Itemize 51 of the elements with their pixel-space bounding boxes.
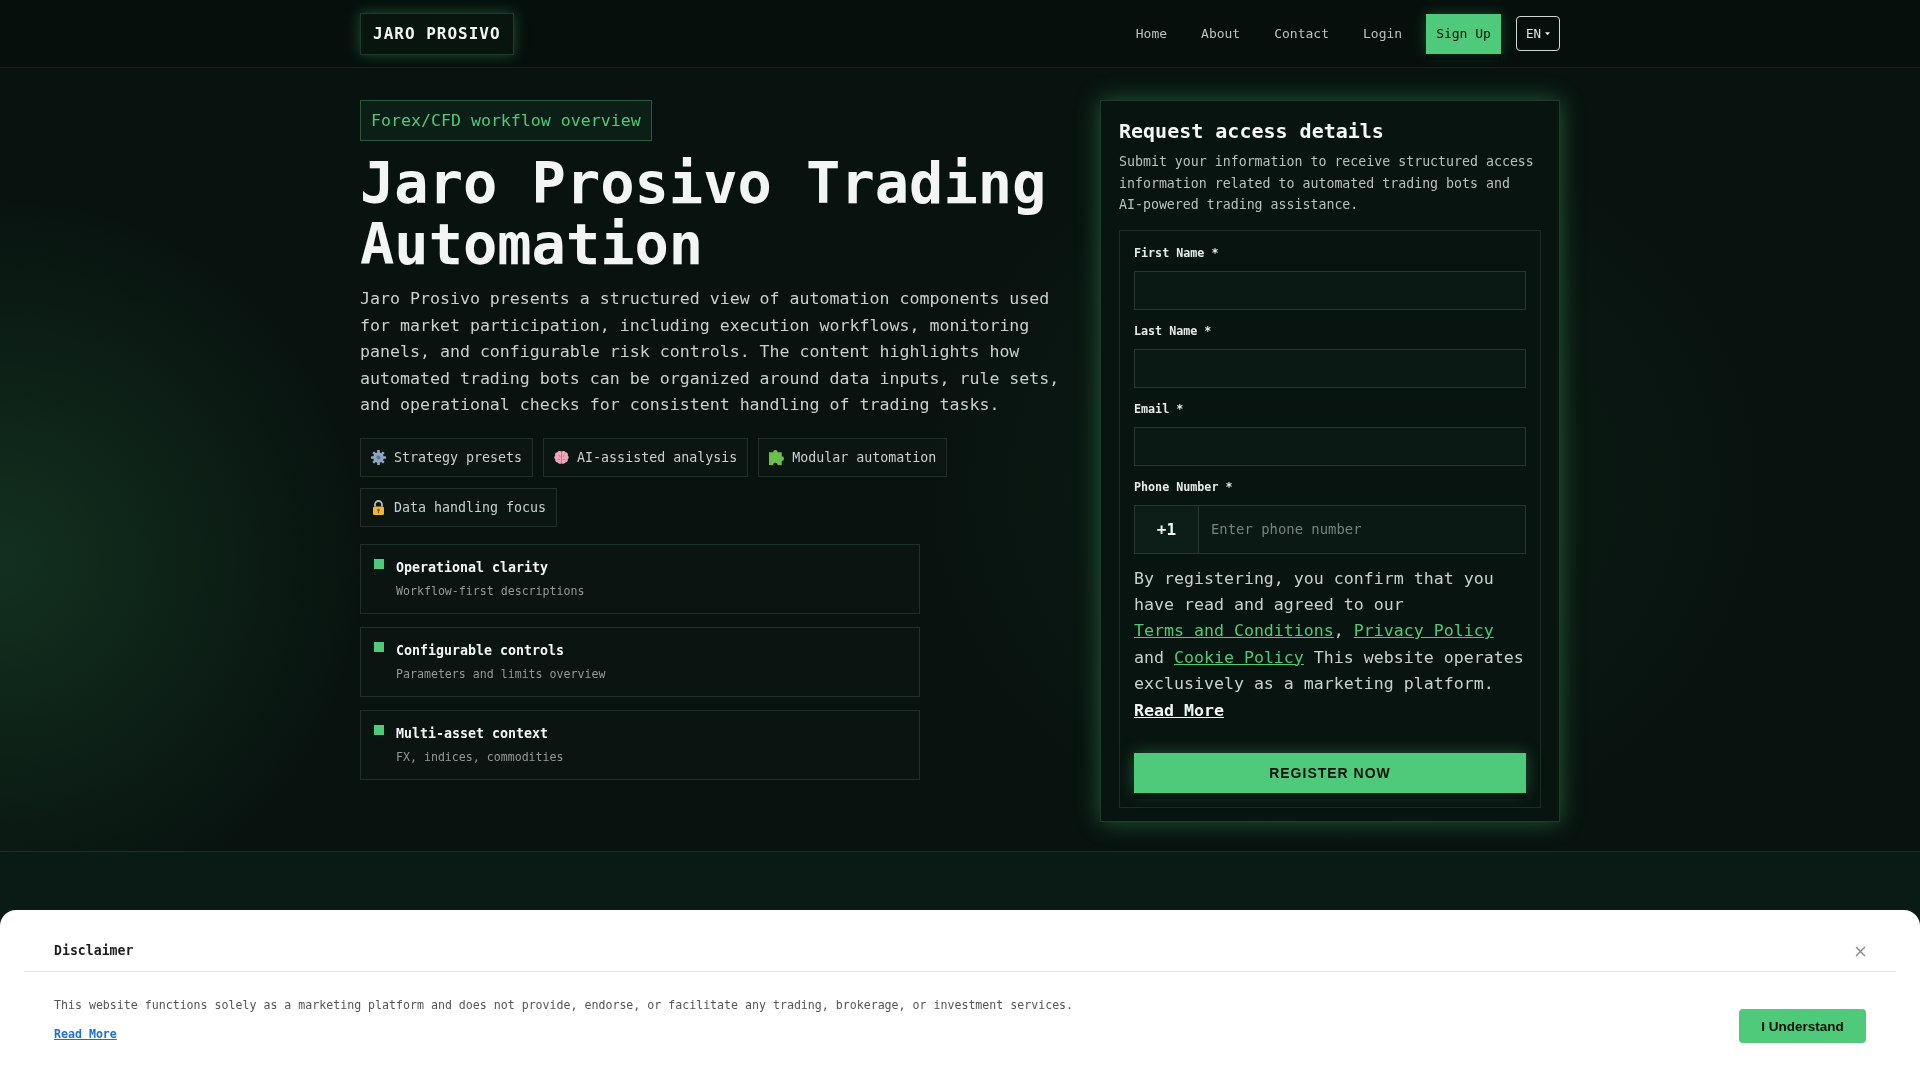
gear-icon (371, 449, 386, 465)
disclaimer-text: This website functions solely as a marketing platform and does not provide, endorse, or facilitate any trading, brokerage, or investment services. (54, 997, 1074, 1013)
puzzle-piece-icon (769, 449, 785, 465)
read-more-link[interactable]: Read More (1134, 700, 1224, 720)
policy-link[interactable]: Privacy Policy (1353, 621, 1494, 641)
feature-subtitle: Workflow-first descriptions (396, 582, 585, 599)
feature-title: Operational clarity (396, 558, 550, 577)
language-button[interactable]: EN (1515, 16, 1560, 51)
field-label: Phone Number * (1134, 478, 1234, 495)
form-description: Submit your information to receive structured access information related to automated trading bots and AI-powered trading assistance. (1119, 153, 1535, 214)
nav-link[interactable]: About (1201, 26, 1241, 41)
field-label: First Name * (1134, 244, 1220, 261)
hero-title: Jaro Prosivo Trading Automation (360, 153, 1048, 275)
brain-icon (554, 449, 570, 465)
close-button[interactable] (1855, 945, 1866, 957)
feature-subtitle: FX, indices, commodities (396, 748, 564, 765)
country-code-prefix: +1 (1134, 504, 1199, 554)
bullet-icon (374, 641, 384, 652)
logo[interactable]: JARO PROSIVO (360, 12, 514, 55)
understand-button[interactable]: I Understand (1739, 1009, 1866, 1043)
caret-icon (1545, 31, 1550, 36)
feature-subtitle: Parameters and limits overview (396, 665, 606, 682)
field-label: Email * (1134, 400, 1185, 417)
chip-label: Modular automation (792, 449, 937, 465)
feature-title: Multi-asset context (396, 724, 550, 743)
nav-link[interactable]: Home (1135, 26, 1168, 41)
bullet-icon (374, 724, 384, 735)
field-label: Last Name * (1134, 322, 1213, 339)
form-title: Request access details (1119, 118, 1385, 145)
chip-label: AI-assisted analysis (577, 449, 738, 465)
hero-description: Jaro Prosivo presents a structured view of automation components used for market participation, including execution workflows, monitoring panels, and configurable risk controls. The content highlights how automated trading bots can be organized around data inputs, rule sets, and operational checks for consistent handling of trading tasks. (360, 288, 1061, 416)
nav-link[interactable]: Login (1363, 26, 1403, 41)
policy-link[interactable]: Cookie Policy (1173, 647, 1304, 667)
padlock-icon (371, 499, 386, 515)
bullet-icon (374, 558, 384, 569)
nav-link[interactable]: Contact (1274, 26, 1329, 41)
chip-label: Data handling focus (394, 499, 547, 515)
policy-link[interactable]: Terms and Conditions (1134, 621, 1334, 641)
phone-input[interactable]: Enter phone number (1199, 504, 1526, 554)
feature-title: Configurable controls (396, 641, 566, 660)
sign-up-button[interactable]: Sign Up (1426, 13, 1501, 54)
consent-text: By registering, you confirm that you have read and agreed to our Terms and Conditions, Privacy Policy and Cookie Policy This website operates exclusively as a marketing platform. Read More (1134, 567, 1525, 722)
section-tag: Forex/CFD workflow overview (360, 100, 652, 141)
text-input[interactable] (1134, 426, 1526, 466)
text-input[interactable] (1134, 270, 1526, 310)
register-button[interactable]: REGISTER NOW (1134, 752, 1526, 793)
text-input[interactable] (1134, 348, 1526, 388)
close-icon (1855, 945, 1866, 957)
chip-label: Strategy presets (394, 449, 523, 465)
read-more-link[interactable]: Read More (54, 1026, 117, 1042)
disclaimer-title: Disclaimer (54, 942, 134, 960)
